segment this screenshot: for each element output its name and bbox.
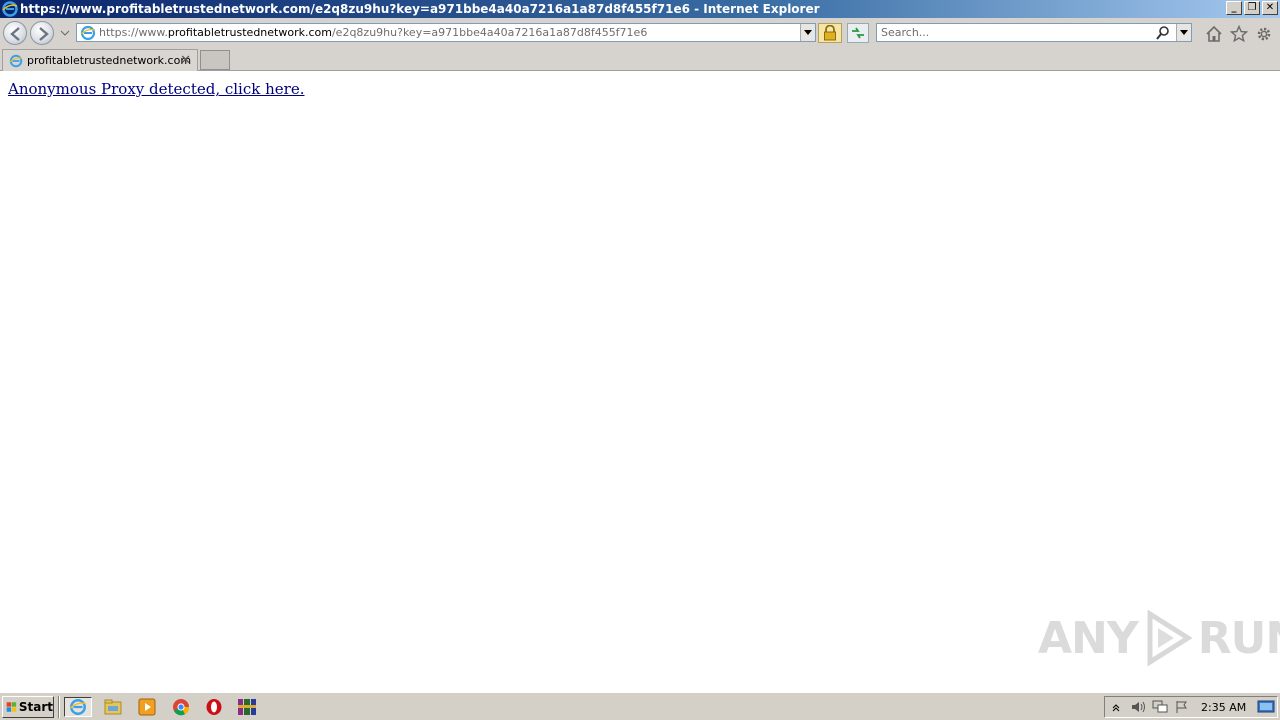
opera-icon <box>206 699 222 715</box>
forward-button[interactable] <box>30 21 54 45</box>
title-bar: https://www.profitabletrustednetwork.com… <box>0 0 1280 18</box>
chrome-icon <box>173 699 190 716</box>
address-url[interactable]: https://www.profitabletrustednetwork.com… <box>99 26 647 39</box>
url-host-prefix: www. <box>138 26 168 39</box>
tab-strip: profitabletrustednetwork.com ✕ <box>0 48 1280 71</box>
address-dropdown-button[interactable] <box>800 24 815 41</box>
search-icon[interactable] <box>1155 25 1171 41</box>
tab-label: profitabletrustednetwork.com <box>27 54 192 67</box>
taskbar-chrome[interactable] <box>167 697 195 717</box>
system-tray: 2:35 AM <box>1104 696 1278 718</box>
new-tab-button[interactable] <box>200 50 230 70</box>
watermark-left-text: ANY <box>1038 612 1139 664</box>
security-lock-button[interactable] <box>818 23 842 43</box>
refresh-icon <box>852 27 864 39</box>
ie-logo-icon <box>2 1 18 17</box>
taskbar-separator <box>58 696 60 718</box>
restore-button[interactable]: ❐ <box>1244 1 1260 15</box>
url-domain: profitabletrustednetwork.com <box>167 26 332 39</box>
proxy-detected-link[interactable]: Anonymous Proxy detected, click here. <box>8 80 304 98</box>
forward-icon <box>39 27 49 41</box>
gear-icon[interactable] <box>1255 25 1273 43</box>
close-button[interactable]: ✕ <box>1262 1 1278 15</box>
chevron-down-icon <box>1180 30 1188 35</box>
address-bar[interactable]: https://www.profitabletrustednetwork.com… <box>76 23 816 42</box>
minimize-button[interactable]: _ <box>1226 1 1242 15</box>
tray-action-center[interactable] <box>1171 698 1193 716</box>
taskbar-clock[interactable]: 2:35 AM <box>1201 701 1246 714</box>
taskbar-file-explorer[interactable] <box>99 697 127 717</box>
volume-icon <box>1132 701 1145 713</box>
taskbar-media-player[interactable] <box>133 697 161 717</box>
tab-profitabletrustednetwork[interactable]: profitabletrustednetwork.com ✕ <box>2 49 198 71</box>
recent-pages-chevron-icon[interactable] <box>60 30 70 36</box>
taskbar-winrar[interactable] <box>233 697 261 717</box>
play-triangle-icon <box>1147 610 1192 666</box>
chevron-down-icon <box>804 30 812 35</box>
ie-page-icon <box>9 54 23 67</box>
tray-volume[interactable] <box>1127 698 1149 716</box>
taskbar-opera[interactable] <box>200 697 228 717</box>
tray-expand-button[interactable] <box>1105 698 1127 716</box>
search-box[interactable] <box>876 23 1192 42</box>
back-button[interactable] <box>3 21 27 45</box>
chevron-up-icon <box>1112 704 1120 712</box>
network-icon <box>1152 700 1168 713</box>
start-button[interactable]: Start <box>2 696 54 718</box>
url-path: /e2q8zu9hu?key=a971bbe4a40a7216a1a87d8f4… <box>331 26 648 39</box>
watermark-right-text: RUN <box>1197 612 1280 664</box>
window-controls: _ ❐ ✕ <box>1226 1 1278 15</box>
window-title: https://www.profitabletrustednetwork.com… <box>20 2 820 16</box>
home-icon[interactable] <box>1205 25 1223 43</box>
navigation-bar: https://www.profitabletrustednetwork.com… <box>0 18 1280 48</box>
star-icon[interactable] <box>1230 25 1248 43</box>
explorer-icon <box>104 699 122 715</box>
search-input[interactable] <box>881 26 1151 39</box>
search-dropdown-button[interactable] <box>1176 24 1191 41</box>
show-desktop-icon[interactable] <box>1257 699 1275 715</box>
anyrun-watermark: ANY RUN <box>1038 610 1280 666</box>
lock-icon <box>824 25 836 41</box>
ie-logo-icon <box>69 699 87 715</box>
media-player-icon <box>138 698 156 716</box>
flag-icon <box>1176 701 1187 713</box>
ie-page-icon <box>80 25 96 40</box>
start-label: Start <box>18 700 53 714</box>
taskbar: Start 2:35 AM <box>0 692 1280 720</box>
tab-close-icon[interactable]: ✕ <box>180 53 191 68</box>
compat-refresh-button[interactable] <box>847 23 869 43</box>
taskbar-internet-explorer[interactable] <box>64 697 92 717</box>
winrar-icon <box>238 699 256 715</box>
page-content: Anonymous Proxy detected, click here. AN… <box>0 72 1280 692</box>
tray-network[interactable] <box>1149 698 1171 716</box>
url-scheme: https:// <box>99 26 139 39</box>
back-icon <box>10 27 20 41</box>
windows-flag-icon <box>6 702 17 712</box>
